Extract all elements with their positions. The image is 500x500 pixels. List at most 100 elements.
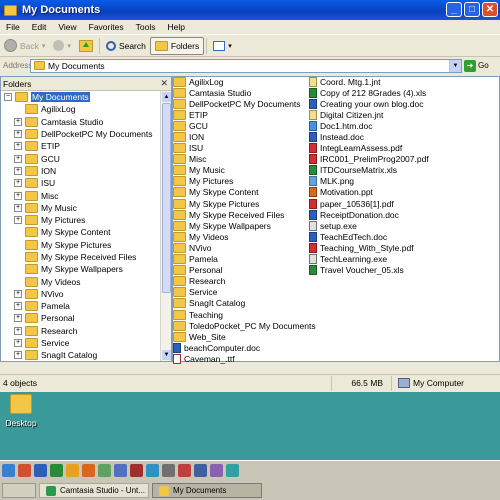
collapse-icon[interactable]: −	[4, 93, 12, 102]
expand-icon[interactable]: +	[14, 179, 22, 188]
app-icon[interactable]	[114, 464, 127, 477]
folder-item[interactable]: Teaching	[173, 309, 316, 320]
tree-item[interactable]: + GCU	[1, 152, 161, 164]
app-icon[interactable]	[98, 464, 111, 477]
folder-item[interactable]: My Music	[173, 165, 316, 176]
expand-icon[interactable]: +	[14, 142, 22, 151]
file-item[interactable]: Instead.doc	[309, 131, 429, 143]
tree-item[interactable]: + Service	[1, 337, 161, 349]
expand-icon[interactable]: +	[14, 289, 22, 298]
powerpoint-icon[interactable]	[82, 464, 95, 477]
file-item[interactable]: beachComputer.doc	[173, 342, 316, 353]
scroll-up-icon[interactable]: ▲	[162, 92, 171, 102]
tree-item[interactable]: + DellPocketPC My Documents	[1, 128, 161, 140]
expand-icon[interactable]: +	[14, 154, 22, 163]
folder-item[interactable]: GCU	[173, 120, 316, 131]
tree-item[interactable]: + ION	[1, 165, 161, 177]
back-dropdown-icon[interactable]: ▾	[42, 42, 46, 50]
expand-icon[interactable]: +	[14, 314, 22, 323]
tree-item[interactable]: My Skype Wallpapers	[1, 263, 161, 275]
menu-file[interactable]: File	[0, 22, 26, 32]
tree-item[interactable]: + Personal	[1, 312, 161, 324]
expand-icon[interactable]: +	[14, 216, 22, 225]
tree-item[interactable]: + My Pictures	[1, 214, 161, 226]
app-icon[interactable]	[66, 464, 79, 477]
folder-item[interactable]: AgilixLog	[173, 76, 316, 87]
file-item[interactable]: Creating your own blog.doc	[309, 98, 429, 109]
file-item[interactable]: Copy of 212 8Grades (4).xls	[309, 87, 429, 98]
menu-view[interactable]: View	[52, 22, 82, 32]
file-item[interactable]: TeachEdTech.doc	[309, 231, 429, 242]
folder-item[interactable]: ION	[173, 131, 316, 143]
folder-item[interactable]: Personal	[173, 265, 316, 276]
folder-item[interactable]: My Skype Content	[173, 187, 316, 198]
tree-item[interactable]: AgilixLog	[1, 103, 161, 115]
folder-item[interactable]: DellPocketPC My Documents	[173, 98, 316, 109]
word-icon[interactable]	[34, 464, 47, 477]
app-icon[interactable]	[210, 464, 223, 477]
folder-item[interactable]: Camtasia Studio	[173, 87, 316, 98]
folders-button[interactable]: Folders	[149, 36, 205, 55]
tree-item[interactable]: + ETIP	[1, 140, 161, 152]
folder-item[interactable]: Research	[173, 276, 316, 287]
file-item[interactable]: MLK.png	[309, 176, 429, 187]
folder-item[interactable]: ETIP	[173, 109, 316, 120]
file-item[interactable]: paper_10536[1].pdf	[309, 198, 429, 209]
folder-item[interactable]: My Skype Wallpapers	[173, 220, 316, 231]
file-item[interactable]: Motivation.ppt	[309, 187, 429, 198]
expand-icon[interactable]: +	[14, 203, 22, 212]
file-item[interactable]: setup.exe	[309, 220, 429, 231]
folder-item[interactable]: Pamela	[173, 254, 316, 265]
task-my-documents[interactable]: My Documents	[152, 483, 262, 498]
forward-button[interactable]: ▾	[49, 37, 75, 55]
folder-item[interactable]: NVivo	[173, 242, 316, 253]
file-item[interactable]: ITDCourseMatrix.xls	[309, 165, 429, 176]
tree-item[interactable]: My Skype Received Files	[1, 251, 161, 263]
file-item[interactable]: ReceiptDonation.doc	[309, 209, 429, 220]
tree-item[interactable]: + ISU	[1, 177, 161, 189]
up-button[interactable]	[75, 37, 97, 55]
menu-edit[interactable]: Edit	[26, 22, 53, 32]
menu-tools[interactable]: Tools	[130, 22, 162, 32]
expand-icon[interactable]: +	[14, 351, 22, 360]
ie-icon[interactable]	[2, 464, 15, 477]
title-bar[interactable]: My Documents _ □ ✕	[0, 0, 500, 20]
app-icon[interactable]	[162, 464, 175, 477]
app-icon[interactable]	[146, 464, 159, 477]
tree-item[interactable]: + Misc	[1, 189, 161, 201]
folder-item[interactable]: ToledoPocket_PC My Documents	[173, 320, 316, 331]
expand-icon[interactable]: +	[14, 191, 22, 200]
forward-dropdown-icon[interactable]: ▾	[67, 42, 71, 50]
folder-item[interactable]: My Videos	[173, 231, 316, 242]
scroll-thumb[interactable]	[162, 103, 171, 293]
address-input[interactable]: My Documents ▼	[30, 58, 462, 73]
tree-item[interactable]: + Pamela	[1, 300, 161, 312]
expand-icon[interactable]: +	[14, 339, 22, 348]
file-item[interactable]: TechLearning.exe	[309, 254, 429, 265]
tree-item[interactable]: My Skype Pictures	[1, 239, 161, 251]
expand-icon[interactable]: +	[14, 117, 22, 126]
file-item[interactable]: IRC001_PrelimProg2007.pdf	[309, 154, 429, 165]
folder-item[interactable]: Misc	[173, 154, 316, 165]
file-item[interactable]: Coord. Mtg.1.jnt	[309, 76, 429, 87]
file-item[interactable]: Teaching_With_Style.pdf	[309, 242, 429, 253]
minimize-button[interactable]: _	[446, 2, 462, 17]
expand-icon[interactable]: +	[14, 166, 22, 175]
scroll-down-icon[interactable]: ▼	[162, 350, 171, 360]
folder-item[interactable]: Service	[173, 287, 316, 298]
tree-item[interactable]: − My Documents	[1, 91, 161, 103]
file-item[interactable]: Travel Voucher_05.xls	[309, 265, 429, 276]
desktop-shortcut[interactable]: Desktop	[0, 394, 42, 428]
address-dropdown-icon[interactable]: ▼	[449, 59, 461, 72]
app-icon[interactable]	[18, 464, 31, 477]
tree-item[interactable]: My Videos	[1, 275, 161, 287]
search-button[interactable]: Search	[102, 37, 150, 55]
app-icon[interactable]	[178, 464, 191, 477]
expand-icon[interactable]: +	[14, 326, 22, 335]
go-button[interactable]: ➜ Go	[464, 59, 489, 72]
folders-scrollbar[interactable]: ▲ ▼	[160, 91, 171, 361]
file-item[interactable]: IntegLearnAssess.pdf	[309, 143, 429, 154]
excel-icon[interactable]	[50, 464, 63, 477]
menu-help[interactable]: Help	[161, 22, 190, 32]
app-icon[interactable]	[226, 464, 239, 477]
